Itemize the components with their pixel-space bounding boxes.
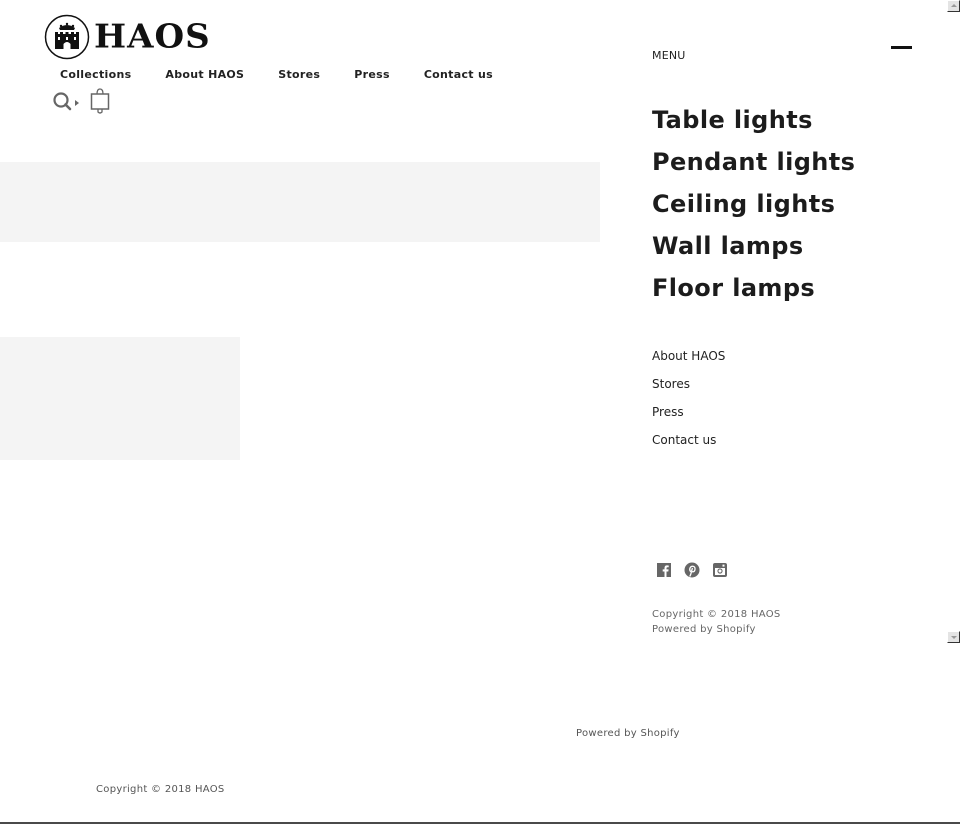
menu-link-pendant-lights[interactable]: Pendant lights [652,148,855,176]
menu-link-press[interactable]: Press [652,405,684,419]
scroll-up-button[interactable] [947,0,960,12]
menu-item: Ceiling lights [652,188,855,230]
menu-link-wall-lamps[interactable]: Wall lamps [652,232,804,260]
nav-link-contact[interactable]: Contact us [424,68,493,81]
menu-item: Contact us [652,429,725,457]
scroll-down-button[interactable] [947,631,960,643]
menu-link-about[interactable]: About HAOS [652,349,725,363]
logo[interactable]: HAOS [44,14,211,60]
menu-item: Floor lamps [652,272,855,314]
facebook-icon [657,563,671,577]
menu-footer: Copyright © 2018 HAOS Powered by Shopify [652,607,781,637]
menu-primary-list: Table lights Pendant lights Ceiling ligh… [652,104,855,314]
search-button[interactable] [52,90,82,114]
menu-link-stores[interactable]: Stores [652,377,690,391]
menu-copyright: Copyright © 2018 HAOS [652,609,781,620]
pinterest-icon [684,562,700,578]
menu-item: Stores [652,373,725,401]
menu-label: MENU [652,49,686,62]
cart-button[interactable] [88,88,112,116]
content-placeholder [0,337,240,460]
pinterest-link[interactable] [684,562,700,578]
menu-link-ceiling-lights[interactable]: Ceiling lights [652,190,835,218]
menu-link-table-lights[interactable]: Table lights [652,106,813,134]
facebook-link[interactable] [656,562,672,578]
nav-link-collections[interactable]: Collections [60,68,131,81]
menu-link-contact[interactable]: Contact us [652,433,716,447]
main-nav: Collections About HAOS Stores Press Cont… [60,68,527,81]
instagram-icon [713,563,727,577]
close-dash-icon[interactable] [891,46,912,49]
footer-copyright: Copyright © 2018 HAOS [96,784,225,795]
search-icon [53,92,79,111]
menu-item: About HAOS [652,345,725,373]
nav-link-about[interactable]: About HAOS [165,68,244,81]
brand-name: HAOS [94,18,211,56]
social-links [656,562,740,578]
menu-item: Wall lamps [652,230,855,272]
menu-item: Table lights [652,104,855,146]
nav-link-press[interactable]: Press [354,68,390,81]
menu-secondary-list: About HAOS Stores Press Contact us [652,345,725,457]
nav-link-stores[interactable]: Stores [278,68,320,81]
shopping-bag-icon [90,88,110,114]
instagram-link[interactable] [712,562,728,578]
footer-powered-by[interactable]: Powered by Shopify [576,728,680,739]
header-actions [52,88,112,116]
castle-crest-icon [44,14,90,60]
menu-item: Pendant lights [652,146,855,188]
menu-item: Press [652,401,725,429]
menu-powered-by[interactable]: Powered by Shopify [652,622,781,637]
menu-link-floor-lamps[interactable]: Floor lamps [652,274,815,302]
hero-placeholder [0,162,600,242]
